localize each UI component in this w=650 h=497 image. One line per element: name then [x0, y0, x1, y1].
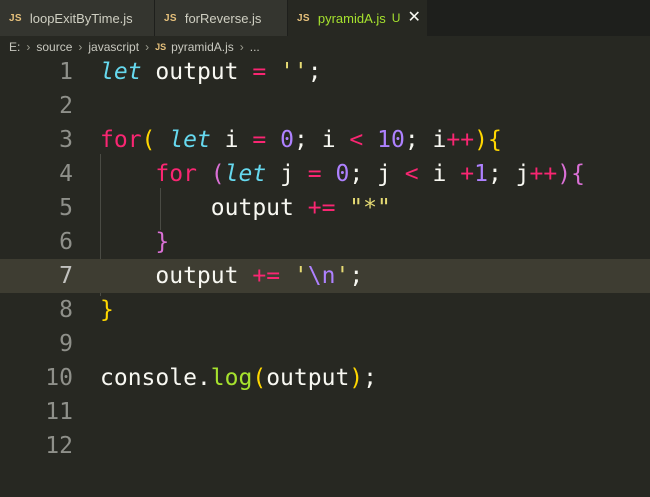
line-content: for (let j = 0; j < i +1; j++){: [155, 161, 585, 187]
code-line[interactable]: 6 }: [0, 225, 650, 259]
close-icon[interactable]: ✕: [407, 10, 420, 26]
code-line[interactable]: 8 }: [0, 293, 650, 327]
untracked-status-badge: U: [391, 11, 401, 25]
line-content: let output = '';: [100, 59, 322, 85]
javascript-file-icon: JS: [155, 42, 167, 52]
code-line[interactable]: 1 let output = '';: [0, 55, 650, 89]
code-line[interactable]: 5 output += "*": [0, 191, 650, 225]
breadcrumb-symbols[interactable]: ...: [250, 40, 260, 54]
line-content: output += '\n';: [155, 263, 364, 289]
line-number: 4: [59, 161, 73, 187]
line-number: 7: [59, 263, 73, 289]
chevron-right-icon: ›: [78, 40, 83, 54]
line-number: 11: [45, 399, 73, 425]
tab-label: loopExitByTime.js: [29, 10, 133, 26]
line-content: }: [100, 297, 114, 323]
breadcrumb-folder-javascript[interactable]: javascript: [88, 40, 139, 54]
javascript-file-icon: JS: [297, 12, 310, 24]
tab-forreverse[interactable]: JS forReverse.js: [155, 0, 288, 36]
current-line[interactable]: 7 output += '\n';: [0, 259, 650, 293]
code-line[interactable]: 9: [0, 327, 650, 361]
line-number: 2: [59, 93, 73, 119]
breadcrumb-file[interactable]: pyramidA.js: [171, 40, 234, 54]
code-line[interactable]: 2: [0, 89, 650, 123]
code-line[interactable]: 3 for( let i = 0; i < 10; i++){: [0, 123, 650, 157]
code-editor[interactable]: 1 let output = ''; 2 3 for( let i = 0; i…: [0, 58, 650, 497]
code-line[interactable]: 4 for (let j = 0; j < i +1; j++){: [0, 157, 650, 191]
chevron-right-icon: ›: [239, 40, 244, 54]
tab-bar: JS loopExitByTime.js JS forReverse.js JS…: [0, 0, 650, 36]
tab-pyramida[interactable]: JS pyramidA.js U ✕: [288, 0, 428, 36]
line-content: }: [155, 229, 170, 255]
tab-label: pyramidA.js: [317, 10, 386, 26]
javascript-file-icon: JS: [164, 12, 177, 24]
line-number: 6: [59, 229, 73, 255]
line-number: 3: [59, 127, 73, 153]
code-line[interactable]: 11: [0, 395, 650, 429]
line-number: 9: [59, 331, 73, 357]
breadcrumb-folder-source[interactable]: source: [36, 40, 72, 54]
line-number: 1: [59, 59, 73, 85]
line-content: output += "*": [210, 195, 391, 221]
code-line[interactable]: 10 console.log(output);: [0, 361, 650, 395]
line-content: for( let i = 0; i < 10; i++){: [100, 127, 502, 153]
breadcrumb-drive[interactable]: E:: [9, 40, 20, 54]
chevron-right-icon: ›: [145, 40, 150, 54]
chevron-right-icon: ›: [26, 40, 31, 54]
tab-label: forReverse.js: [184, 10, 262, 26]
line-number: 10: [45, 365, 73, 391]
javascript-file-icon: JS: [9, 12, 22, 24]
line-number: 5: [59, 195, 73, 221]
code-line[interactable]: 12: [0, 429, 650, 463]
line-number: 8: [59, 297, 73, 323]
line-content: console.log(output);: [100, 365, 378, 391]
tab-loopexitbytime[interactable]: JS loopExitByTime.js: [0, 0, 155, 36]
line-number: 12: [45, 433, 73, 459]
